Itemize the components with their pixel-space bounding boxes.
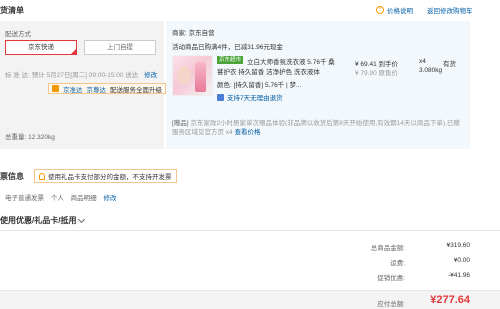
coupon-title: 使用优惠/礼品卡/抵用 [0, 216, 77, 225]
chevron-down-icon [78, 215, 86, 223]
invoice-title: 票信息 [0, 172, 24, 181]
shipping-option-label: 京东快递 [28, 44, 54, 51]
goods-total-label: 总商品金额: [370, 245, 405, 252]
promo-line: 活动商品已购满4件，已减31.96元现金 [172, 44, 283, 51]
jd-supermarket-badge: 京东超市 [217, 56, 244, 64]
promo-discount-value: -¥41.96 [447, 272, 470, 279]
upgrade-text: 配送服务全面升级 [110, 86, 162, 94]
gift-line: [赠品] 京东家政2小时居家单次赠品体验(非品牌以收货后第8天开始使用,有效期1… [172, 120, 462, 137]
edit-invoice-link[interactable]: 修改 [103, 195, 116, 202]
jzd-link[interactable]: 京准达 [63, 84, 83, 94]
goods-total-value: ¥319.60 [446, 242, 471, 249]
divider [0, 230, 500, 231]
return-icon [217, 93, 224, 101]
delivery-time-line: 标 准 达: 预计 5月27日[周二] 09:00-15:00 送达 修改 [5, 69, 157, 79]
return-support[interactable]: 支持7天无理由退货 [217, 92, 283, 102]
product-variant: 颜色: [持久留香] 5.76千 | 梦... [217, 82, 302, 89]
product-name-line2[interactable]: 葚护衣 持久留香 洁净护色 洗衣液体 [217, 66, 320, 76]
shipping-option-self-pickup[interactable]: 上门自提 [84, 40, 156, 55]
invoice-person: 个人 [50, 195, 64, 202]
product-original-price: ¥ 79.90 原售价 [355, 70, 398, 77]
gift-text: 京东家政2小时居家单次赠品体验(非品牌以收货后第8天开始使用,有效期14天以商品… [172, 120, 460, 136]
price-note-link[interactable]: ! 价格说明 [376, 5, 413, 15]
product-image[interactable] [172, 55, 213, 96]
product-name-line1[interactable]: 立白大师香氛洗衣液 5.76千 桑 [247, 56, 335, 66]
shop-name: 商家: 京东自营 [172, 30, 215, 37]
gift-tag: [赠品] [172, 120, 189, 127]
product-weight: 3.080kg [419, 67, 443, 74]
page-title: 货清单 [0, 6, 24, 15]
invoice-tip-text: 使用礼品卡支付部分的金额，不支持开发票 [48, 174, 172, 181]
amount-due-label: 应付总额: [377, 301, 405, 308]
gift-price-link[interactable]: 查看价格 [234, 129, 260, 136]
invoice-tip: 使用礼品卡支付部分的金额，不支持开发票 [34, 169, 177, 183]
return-support-label: 支持7天无理由退货 [227, 95, 283, 102]
upgrade-icon [52, 85, 59, 92]
delivery-upgrade-bar[interactable]: 京准达 京尊达 配送服务全面升级 [48, 83, 166, 94]
invoice-type: 电子普通发票 [5, 195, 44, 202]
coupon-toggle[interactable]: 使用优惠/礼品卡/抵用 [0, 215, 86, 226]
edit-delivery-time-link[interactable]: 修改 [144, 72, 157, 79]
amount-due-value: ¥277.64 [430, 294, 470, 306]
price-note-label: 价格说明 [387, 8, 413, 15]
shipping-method-label: 配送方式 [5, 31, 31, 38]
shipping-fee-value: ¥0.00 [453, 257, 470, 264]
invoice-row: 电子普通发票 个人 商品明细 修改 [5, 192, 121, 202]
shipping-fee-label: 运费: [390, 260, 405, 267]
product-quantity: x4 [419, 58, 426, 65]
stock-status: 有货 [443, 61, 456, 68]
model-face-graphic [177, 66, 191, 84]
bottle-graphic [195, 62, 206, 92]
total-weight: 总重量: 12.320kg [5, 134, 55, 141]
promo-discount-label: 促销优惠: [377, 275, 405, 282]
invoice-detail: 商品明细 [70, 195, 97, 202]
jzund-link[interactable]: 京尊达 [87, 84, 107, 94]
selected-check-icon [70, 48, 77, 55]
lightbulb-icon [39, 172, 45, 180]
delivery-time-text: 标 准 达: 预计 5月27日[周二] 09:00-15:00 送达 [5, 72, 139, 79]
help-icon: ! [376, 6, 384, 14]
shipping-option-jd-express[interactable]: 京东快递 [5, 40, 77, 55]
return-cart-link[interactable]: 返回修改购物车 [427, 5, 473, 15]
